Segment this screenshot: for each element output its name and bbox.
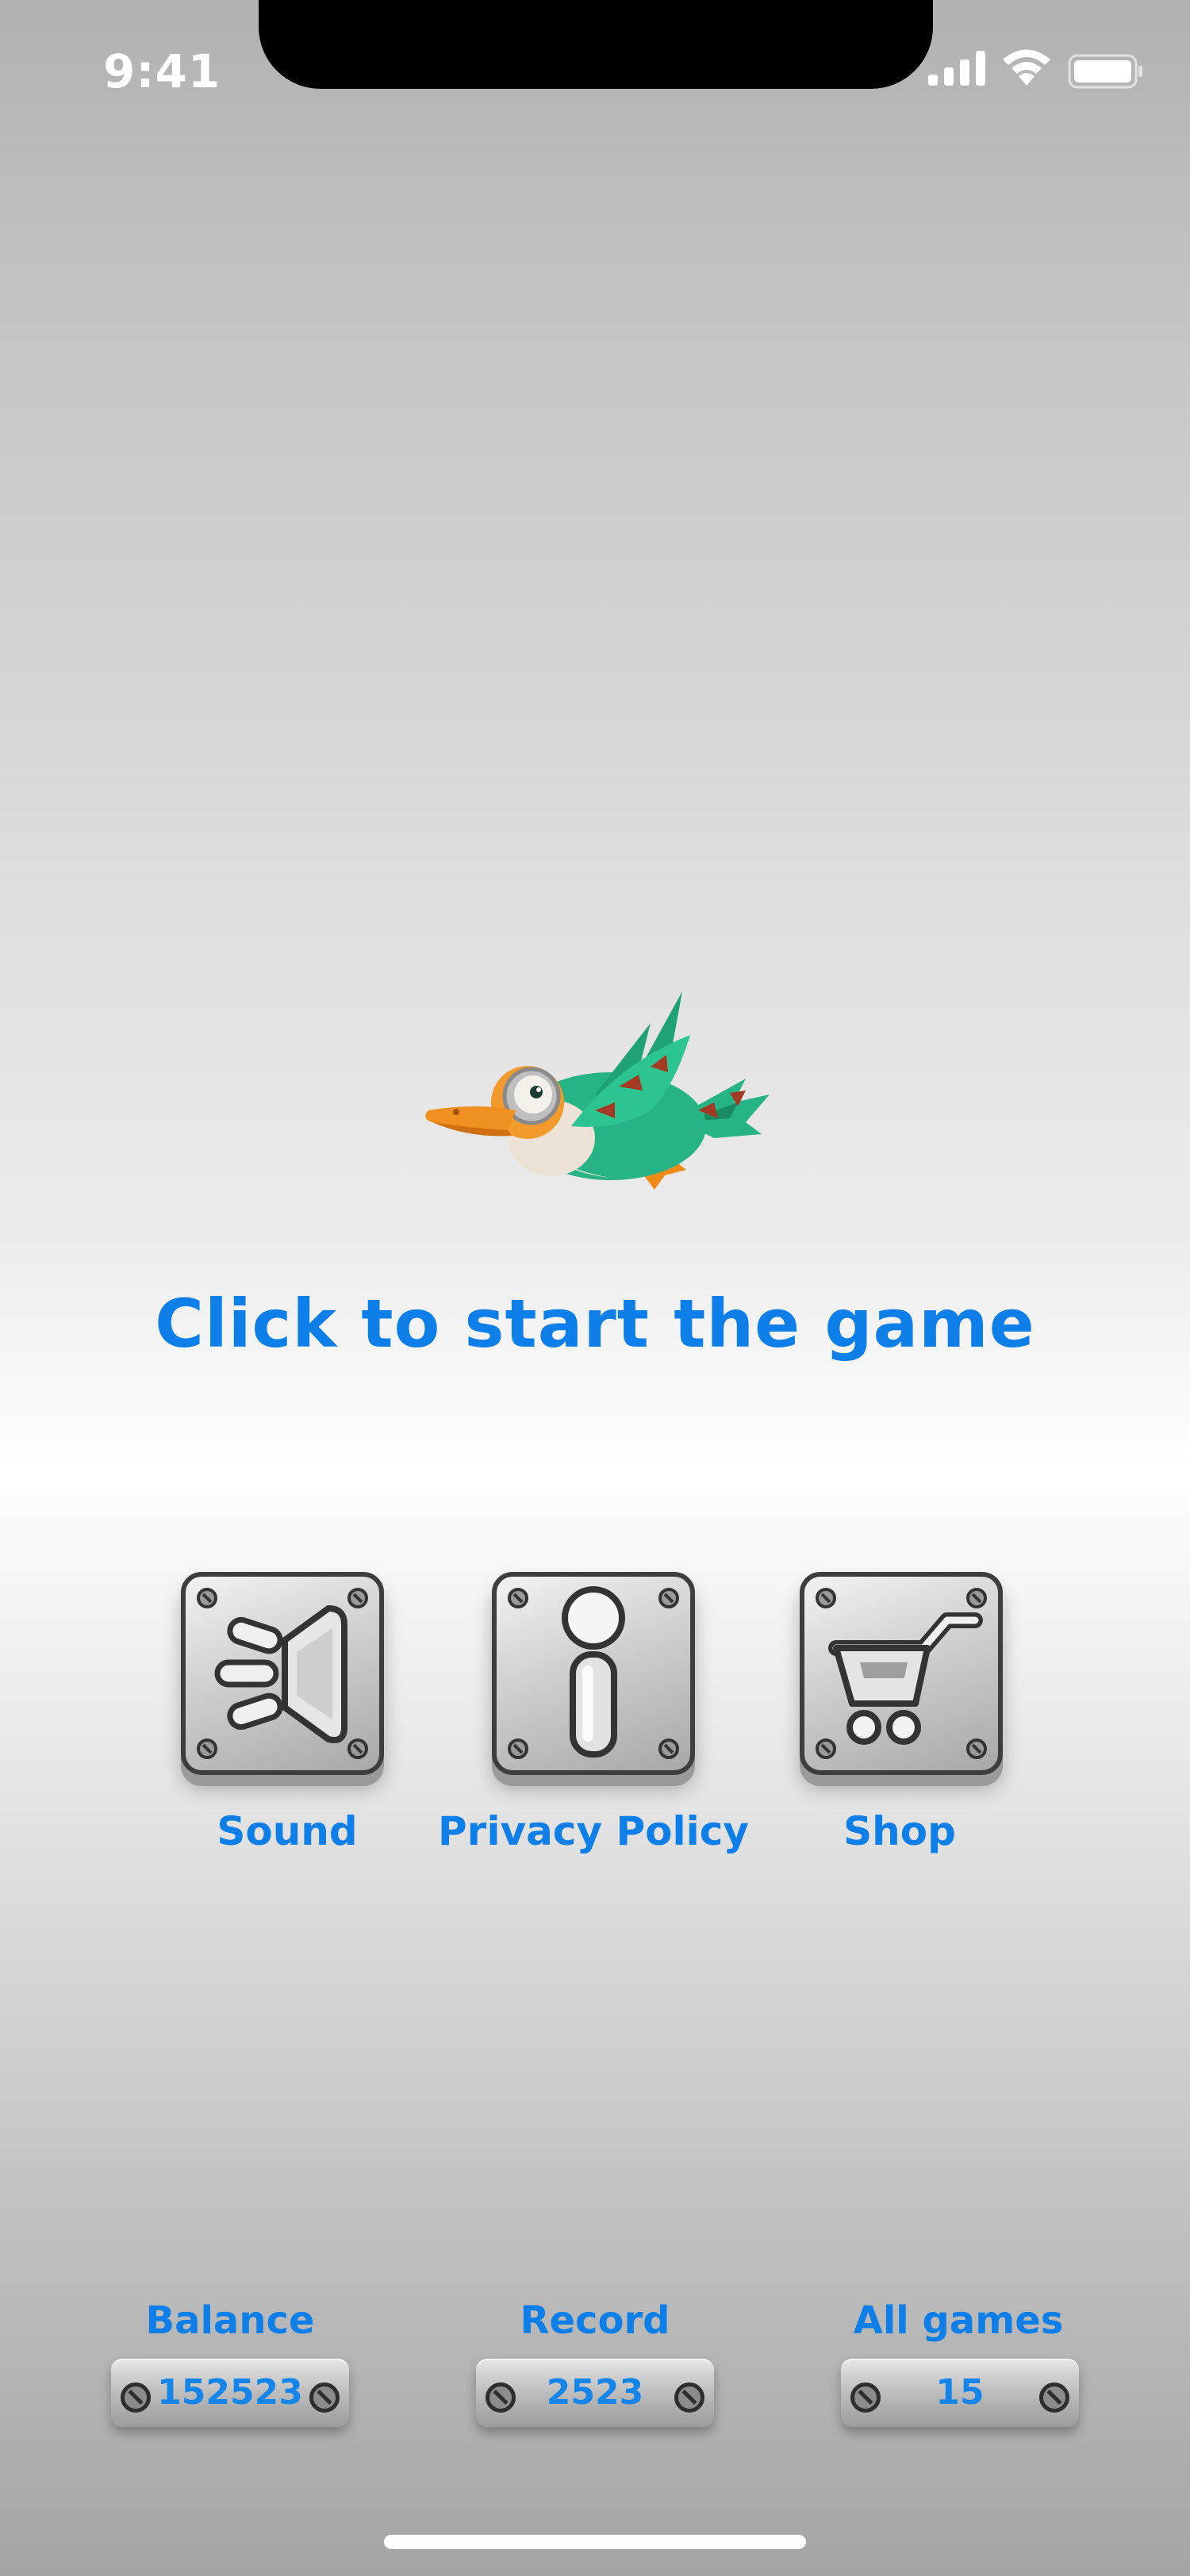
record-label: Record — [520, 2298, 670, 2343]
all-games-plate: 15 — [841, 2359, 1079, 2427]
info-icon — [562, 1586, 625, 1758]
device-notch — [259, 0, 933, 89]
speaker-icon — [214, 1605, 347, 1743]
balance-label: Balance — [145, 2298, 315, 2343]
shop-label[interactable]: Shop — [733, 1808, 1066, 1854]
privacy-policy-label[interactable]: Privacy Policy — [427, 1808, 760, 1854]
duck-icon[interactable] — [413, 991, 777, 1206]
wifi-icon — [1003, 49, 1050, 86]
sound-label[interactable]: Sound — [121, 1808, 454, 1854]
signal-icon — [928, 51, 985, 86]
all-games-label: All games — [853, 2298, 1064, 2343]
record-plate: 2523 — [476, 2359, 714, 2427]
home-indicator[interactable] — [384, 2535, 806, 2549]
balance-value: 152523 — [157, 2372, 303, 2413]
record-value: 2523 — [546, 2372, 644, 2413]
battery-icon — [1068, 54, 1142, 89]
start-game-prompt[interactable]: Click to start the game — [0, 1285, 1190, 1363]
all-games-value: 15 — [935, 2372, 985, 2413]
status-time: 9:41 — [103, 44, 221, 98]
sound-button[interactable] — [181, 1572, 384, 1775]
balance-plate: 152523 — [111, 2359, 349, 2427]
cart-icon — [828, 1612, 983, 1745]
shop-button[interactable] — [800, 1572, 1003, 1775]
privacy-policy-button[interactable] — [492, 1572, 695, 1775]
